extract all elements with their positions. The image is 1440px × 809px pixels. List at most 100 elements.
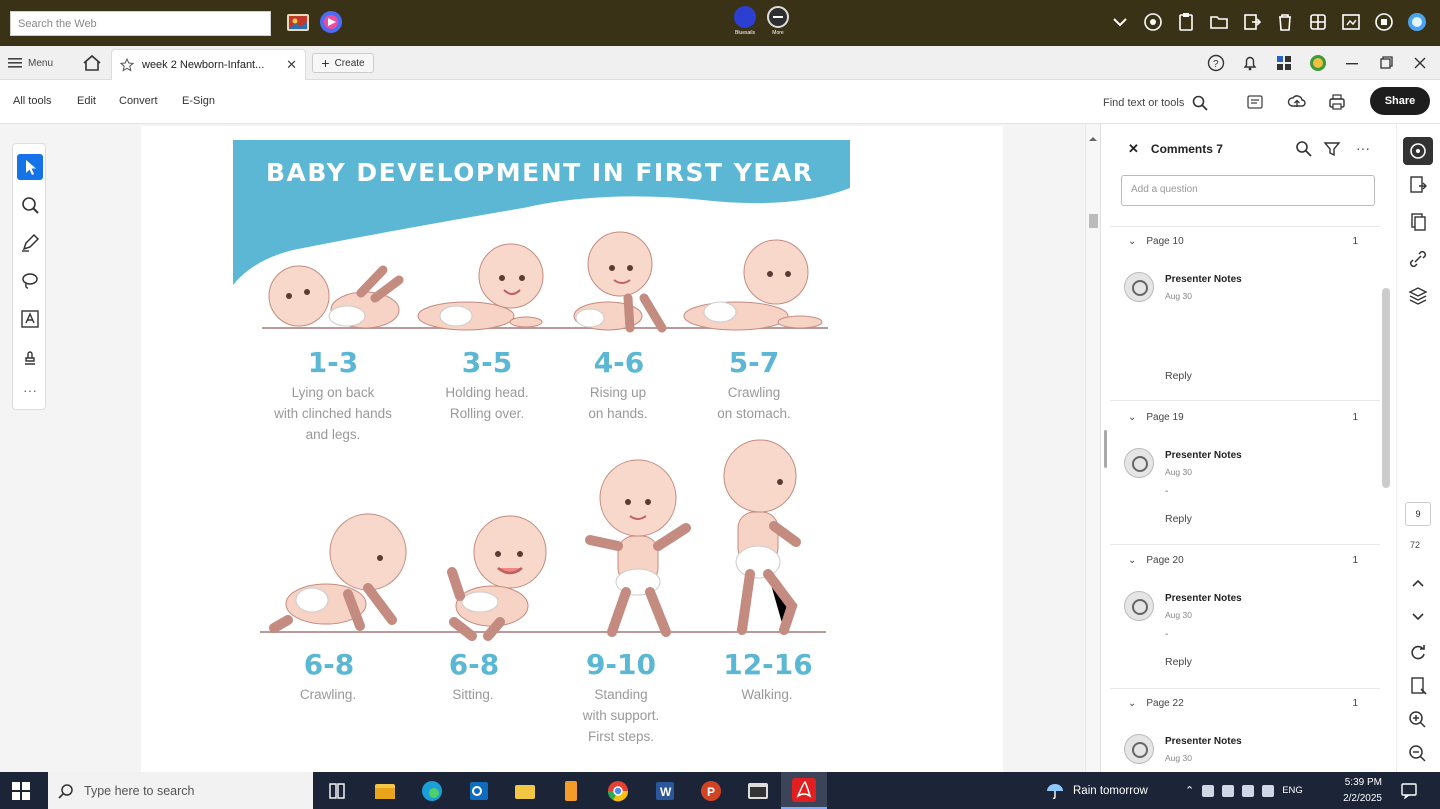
minimize-icon[interactable] xyxy=(1342,53,1362,73)
close-comments-icon[interactable]: ✕ xyxy=(1128,141,1139,157)
clock[interactable]: 5:39 PM 2/2/2025 xyxy=(1330,775,1382,807)
outlook-icon[interactable] xyxy=(465,778,493,804)
files-app-icon[interactable] xyxy=(557,778,585,804)
comment-panel-icon[interactable] xyxy=(1403,137,1433,165)
more-options-icon[interactable]: ··· xyxy=(1356,140,1374,158)
scrollbar-thumb[interactable] xyxy=(1089,214,1098,228)
previous-page-icon[interactable] xyxy=(1407,573,1429,595)
mic-icon[interactable] xyxy=(1222,784,1235,797)
export-pdf-icon[interactable] xyxy=(1407,174,1429,196)
export-icon[interactable] xyxy=(1241,11,1263,33)
volume-icon[interactable] xyxy=(1262,784,1275,797)
scrollbar-thumb[interactable] xyxy=(1382,288,1390,488)
zoom-out-icon[interactable] xyxy=(1407,743,1429,765)
zoom-tool-icon[interactable] xyxy=(17,192,43,218)
document-tab[interactable]: week 2 Newborn-Infant... ✕ xyxy=(111,49,306,80)
scroll-up-icon[interactable] xyxy=(1086,132,1100,146)
acrobat-taskbar-icon[interactable] xyxy=(781,772,827,809)
layers-icon[interactable] xyxy=(1407,285,1429,307)
bluesails-button[interactable]: Bluesails xyxy=(730,6,760,36)
select-tool-icon[interactable] xyxy=(17,154,43,180)
stamp-tool-icon[interactable] xyxy=(17,344,43,370)
edge-icon[interactable] xyxy=(418,778,446,804)
clipboard-icon[interactable] xyxy=(1175,11,1197,33)
search-web-input[interactable]: Search the Web xyxy=(10,11,271,36)
print-icon[interactable] xyxy=(1327,92,1347,112)
terminal-icon[interactable] xyxy=(744,778,772,804)
cloud-icon[interactable] xyxy=(1202,784,1215,797)
copilot-icon[interactable] xyxy=(319,10,343,34)
apps-icon[interactable] xyxy=(1307,11,1329,33)
folder-app-icon[interactable] xyxy=(511,778,539,804)
powerpoint-icon[interactable]: P xyxy=(697,778,725,804)
page-number-input[interactable]: 9 xyxy=(1405,502,1431,526)
photos-icon[interactable] xyxy=(286,10,310,34)
esign-menu[interactable]: E-Sign xyxy=(182,95,215,107)
reply-button[interactable]: Reply xyxy=(1165,370,1192,382)
link-icon[interactable] xyxy=(1407,248,1429,270)
close-tab-icon[interactable]: ✕ xyxy=(286,57,297,73)
more-tools-icon[interactable]: ··· xyxy=(17,380,43,406)
organize-pages-icon[interactable] xyxy=(1407,211,1429,233)
comment-group-header[interactable]: ⌄ Page 20 1 xyxy=(1128,555,1358,566)
reader-mode-icon[interactable] xyxy=(1245,92,1265,112)
windows-start-icon[interactable] xyxy=(12,782,30,800)
document-scrollbar[interactable] xyxy=(1085,124,1100,772)
chevron-down-icon[interactable]: ⌄ xyxy=(1128,236,1136,247)
chat-icon[interactable] xyxy=(1142,11,1164,33)
chevron-down-icon[interactable]: ⌄ xyxy=(1128,555,1136,566)
lasso-tool-icon[interactable] xyxy=(17,268,43,294)
weather-widget[interactable]: Rain tomorrow xyxy=(1045,782,1148,800)
chevron-down-icon[interactable]: ⌄ xyxy=(1128,412,1136,423)
next-page-icon[interactable] xyxy=(1407,605,1429,627)
convert-menu[interactable]: Convert xyxy=(119,95,158,107)
bell-icon[interactable] xyxy=(1240,53,1260,73)
share-button[interactable]: Share xyxy=(1370,87,1430,115)
task-view-icon[interactable] xyxy=(323,778,351,804)
folder-icon[interactable] xyxy=(1208,11,1230,33)
avatar[interactable] xyxy=(1308,53,1328,73)
create-button[interactable]: + Create xyxy=(312,53,374,73)
text-tool-icon[interactable] xyxy=(17,306,43,332)
pen-tool-icon[interactable] xyxy=(17,230,43,256)
chevron-down-icon[interactable] xyxy=(1109,11,1131,33)
home-icon[interactable] xyxy=(82,54,102,72)
comments-scrollbar[interactable] xyxy=(1380,228,1392,768)
zoom-in-icon[interactable] xyxy=(1407,709,1429,731)
find-text-button[interactable]: Find text or tools xyxy=(1103,95,1208,111)
close-window-icon[interactable] xyxy=(1410,53,1430,73)
comment-group-header[interactable]: ⌄ Page 19 1 xyxy=(1128,412,1358,423)
chevron-down-icon[interactable]: ⌄ xyxy=(1128,698,1136,709)
help-icon[interactable]: ? xyxy=(1206,53,1226,73)
panel-resize-handle[interactable] xyxy=(1104,430,1107,468)
network-icon[interactable] xyxy=(1242,784,1255,797)
page-fit-icon[interactable] xyxy=(1407,675,1429,697)
cloud-upload-icon[interactable] xyxy=(1287,92,1307,112)
trash-icon[interactable] xyxy=(1274,11,1296,33)
language-indicator[interactable]: ENG xyxy=(1282,785,1303,796)
filter-icon[interactable] xyxy=(1323,140,1341,158)
restore-icon[interactable] xyxy=(1376,53,1396,73)
comment-group-header[interactable]: ⌄ Page 10 1 xyxy=(1128,236,1358,247)
screenshot-icon[interactable] xyxy=(1340,11,1362,33)
comment-group-header[interactable]: ⌄ Page 22 1 xyxy=(1128,698,1358,709)
record-icon[interactable] xyxy=(1373,11,1395,33)
notification-icon[interactable] xyxy=(1400,781,1418,799)
add-question-input[interactable]: Add a question xyxy=(1121,175,1375,206)
chevron-up-icon[interactable]: ⌃ xyxy=(1185,784,1194,797)
reply-button[interactable]: Reply xyxy=(1165,656,1192,668)
edit-menu[interactable]: Edit xyxy=(77,95,96,107)
menu-button[interactable]: Menu xyxy=(8,53,53,73)
word-icon[interactable]: W xyxy=(651,778,679,804)
taskbar-search-input[interactable]: Type here to search xyxy=(48,772,313,809)
globe-icon[interactable] xyxy=(1406,11,1428,33)
reply-button[interactable]: Reply xyxy=(1165,513,1192,525)
chrome-icon[interactable] xyxy=(604,778,632,804)
rotate-icon[interactable] xyxy=(1407,641,1429,663)
more-button[interactable]: More xyxy=(763,6,793,36)
star-icon[interactable] xyxy=(120,58,134,72)
file-explorer-icon[interactable] xyxy=(371,778,399,804)
search-comments-icon[interactable] xyxy=(1295,140,1313,158)
all-tools-menu[interactable]: All tools xyxy=(13,95,52,107)
apps-grid-icon[interactable] xyxy=(1274,53,1294,73)
